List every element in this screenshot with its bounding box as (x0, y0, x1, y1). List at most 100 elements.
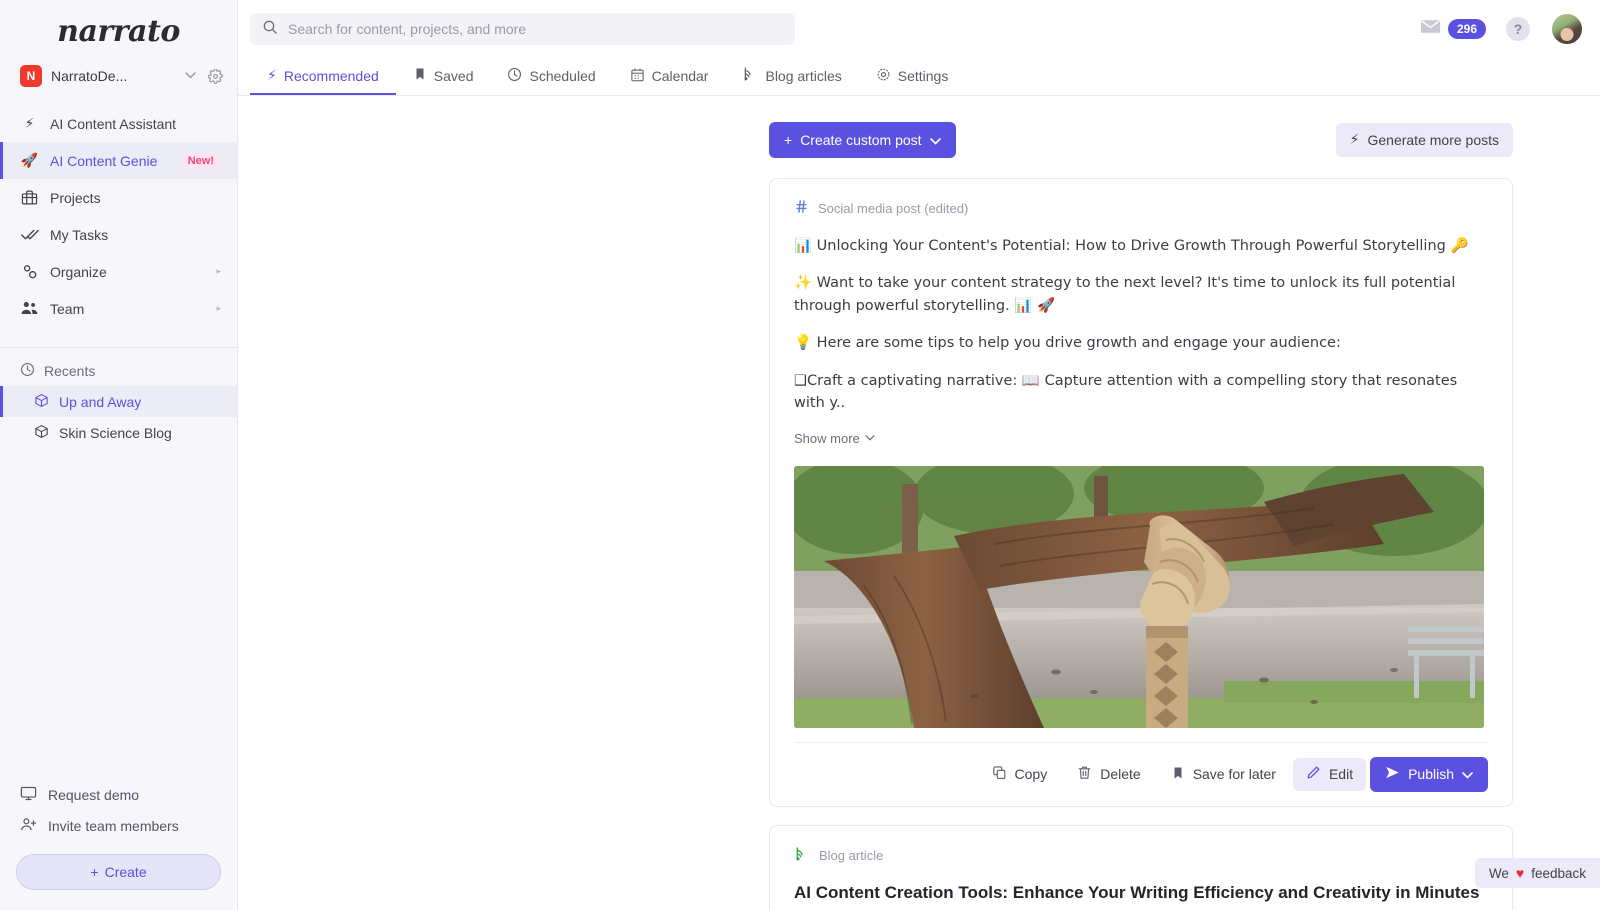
copy-icon (992, 765, 1007, 783)
create-button[interactable]: + Create (16, 854, 221, 890)
cogs-icon (20, 262, 39, 281)
copy-button[interactable]: Copy (979, 758, 1061, 791)
feedback-button[interactable]: We ♥ feedback (1475, 858, 1600, 888)
generate-more-posts-button[interactable]: ⚡ Generate more posts (1336, 123, 1513, 157)
card-type-row: Social media post (edited) (794, 199, 1488, 217)
user-plus-icon (20, 816, 37, 836)
publish-button[interactable]: Publish (1370, 757, 1488, 792)
tab-label: Scheduled (529, 68, 595, 84)
search-input[interactable] (288, 21, 783, 37)
tab-scheduled[interactable]: Scheduled (490, 58, 612, 95)
cube-icon (34, 393, 49, 411)
sidebar-item-organize[interactable]: Organize ▸ (0, 253, 237, 290)
tab-saved[interactable]: Saved (396, 58, 491, 95)
sidebar-spacer (0, 448, 237, 779)
recent-item-label: Up and Away (59, 394, 141, 410)
sidebar-item-label: AI Content Genie (50, 153, 164, 169)
team-icon (20, 299, 39, 318)
request-demo-link[interactable]: Request demo (16, 779, 221, 810)
delete-button[interactable]: Delete (1064, 758, 1153, 791)
cube-icon (34, 424, 49, 442)
edit-button[interactable]: Edit (1293, 758, 1366, 791)
blog-article-card: Blog article AI Content Creation Tools: … (769, 825, 1513, 910)
search-icon (262, 19, 278, 40)
sidebar-item-ai-content-assistant[interactable]: ⚡ AI Content Assistant (0, 105, 237, 142)
sidebar-item-my-tasks[interactable]: My Tasks (0, 216, 237, 253)
sidebar-item-label: Organize (50, 264, 205, 280)
help-icon[interactable]: ? (1506, 17, 1530, 41)
invite-team-members-link[interactable]: Invite team members (16, 810, 221, 841)
post-line-headline: 📊 Unlocking Your Content's Potential: Ho… (794, 235, 1488, 257)
monitor-icon (20, 785, 37, 805)
post-image[interactable] (794, 466, 1484, 728)
sidebar-item-ai-content-genie[interactable]: 🚀 AI Content Genie New! (0, 142, 237, 179)
tab-blog-articles[interactable]: Blog articles (725, 58, 858, 95)
chevron-right-icon[interactable]: ▸ (216, 266, 221, 277)
recent-item-up-and-away[interactable]: Up and Away (0, 386, 237, 417)
bookmark-icon (1171, 766, 1185, 783)
app-root: narrato N NarratoDe... ⚡ AI Content Assi… (0, 0, 1600, 910)
clock-icon (20, 362, 35, 380)
trash-icon (1077, 765, 1092, 783)
messages-button[interactable]: 296 (1419, 15, 1486, 43)
feedback-prefix: We (1489, 866, 1509, 881)
chevron-down-icon (930, 132, 941, 148)
lightning-icon: ⚡ (20, 114, 39, 133)
blog-icon (742, 66, 758, 85)
sidebar-item-projects[interactable]: Projects (0, 179, 237, 216)
sidebar-item-team[interactable]: Team ▸ (0, 290, 237, 327)
search-box[interactable] (250, 13, 795, 45)
copy-label: Copy (1015, 766, 1048, 782)
create-button-label: Create (105, 864, 147, 880)
card-type-label: Social media post (edited) (818, 201, 968, 216)
tab-recommended[interactable]: ⚡ Recommended (250, 58, 396, 95)
social-post-card: Social media post (edited) 📊 Unlocking Y… (769, 178, 1513, 807)
blog-article-title[interactable]: AI Content Creation Tools: Enhance Your … (794, 883, 1488, 903)
tab-settings[interactable]: Settings (859, 58, 966, 95)
recent-item-label: Skin Science Blog (59, 425, 172, 441)
heart-icon: ♥ (1516, 865, 1524, 881)
gear-icon (876, 67, 891, 85)
edit-label: Edit (1329, 766, 1353, 782)
sidebar-item-label: AI Content Assistant (50, 116, 221, 132)
plus-icon: + (784, 132, 792, 148)
chevron-down-icon[interactable] (182, 71, 199, 82)
sidebar-footer: Request demo Invite team members + Creat… (0, 779, 237, 910)
chevron-down-icon[interactable] (1462, 766, 1473, 782)
publish-label: Publish (1408, 766, 1454, 782)
pencil-icon (1306, 765, 1321, 783)
feedback-suffix: feedback (1531, 866, 1586, 881)
recent-item-skin-science-blog[interactable]: Skin Science Blog (0, 417, 237, 448)
create-custom-post-button[interactable]: + Create custom post (769, 122, 956, 158)
narrato-logo: narrato (0, 14, 237, 49)
feed-column: Social media post (edited) 📊 Unlocking Y… (769, 178, 1513, 910)
logo-container[interactable]: narrato (0, 0, 237, 59)
recents-label: Recents (44, 363, 95, 379)
tab-label: Recommended (284, 68, 379, 84)
delete-label: Delete (1100, 766, 1140, 782)
tab-label: Saved (434, 68, 474, 84)
chevron-right-icon[interactable]: ▸ (216, 303, 221, 314)
avatar[interactable] (1552, 14, 1582, 44)
post-line-tip-1: ❑Craft a captivating narrative: 📖 Captur… (794, 370, 1488, 415)
tab-calendar[interactable]: Calendar (613, 58, 726, 95)
send-icon (1385, 765, 1400, 783)
message-count-badge: 296 (1448, 19, 1486, 39)
save-for-later-label: Save for later (1193, 766, 1276, 782)
workspace-switcher[interactable]: N NarratoDe... (0, 59, 237, 93)
save-for-later-button[interactable]: Save for later (1158, 758, 1289, 791)
plus-icon: + (90, 864, 98, 880)
sidebar-item-label: Team (50, 301, 205, 317)
sidebar-item-label: My Tasks (50, 227, 221, 243)
briefcase-icon (20, 188, 39, 207)
card-type-row: Blog article (794, 846, 1488, 865)
check-double-icon (20, 225, 39, 244)
create-custom-post-label: Create custom post (800, 132, 921, 148)
show-more-button[interactable]: Show more (794, 431, 875, 446)
content-action-row: + Create custom post ⚡ Generate more pos… (769, 122, 1513, 158)
generate-more-posts-label: Generate more posts (1367, 132, 1499, 148)
gear-icon[interactable] (208, 69, 223, 84)
topbar: 296 ? (238, 0, 1600, 58)
envelope-icon (1419, 15, 1442, 43)
sidebar: narrato N NarratoDe... ⚡ AI Content Assi… (0, 0, 238, 910)
